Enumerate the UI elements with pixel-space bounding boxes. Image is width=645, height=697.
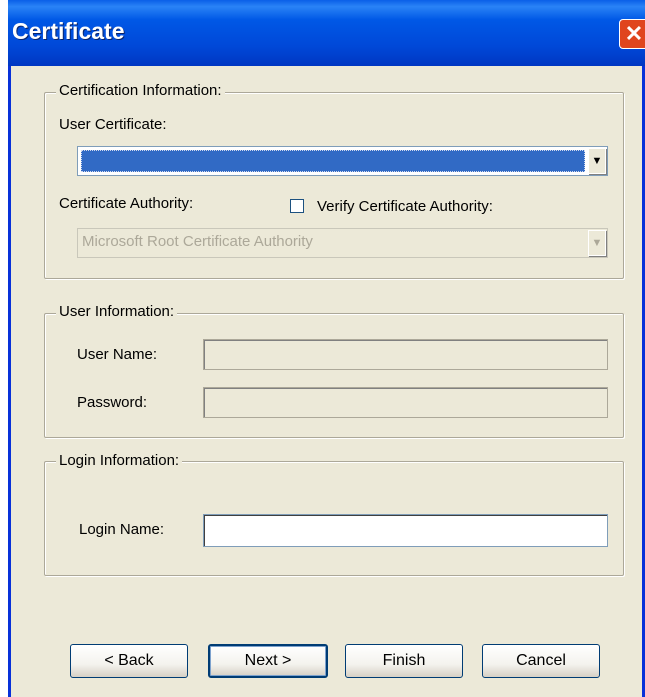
chevron-down-icon[interactable]: ▼	[588, 230, 606, 256]
username-field[interactable]	[203, 339, 608, 370]
password-label: Password:	[77, 394, 148, 411]
user-certificate-label: User Certificate:	[59, 116, 167, 133]
user-certificate-selection	[81, 150, 585, 172]
certificate-authority-value: Microsoft Root Certificate Authority	[82, 233, 313, 250]
user-certificate-dropdown[interactable]: ▼	[77, 146, 608, 176]
certification-info-legend: Certification Information:	[56, 82, 225, 99]
close-icon: ✕	[624, 21, 644, 46]
verify-authority-checkbox[interactable]	[290, 199, 304, 213]
login-name-input[interactable]	[203, 514, 608, 547]
login-name-label: Login Name:	[79, 521, 165, 538]
certificate-authority-label: Certificate Authority:	[59, 195, 194, 212]
next-button[interactable]: Next >	[208, 644, 328, 678]
user-info-legend: User Information:	[56, 303, 178, 320]
back-button[interactable]: < Back	[70, 644, 188, 678]
chevron-down-icon[interactable]: ▼	[588, 148, 606, 174]
title-bar[interactable]: Certificate	[8, 0, 645, 66]
window-title: Certificate	[12, 18, 125, 44]
certificate-authority-dropdown[interactable]: Microsoft Root Certificate Authority ▼	[77, 228, 608, 258]
password-field[interactable]	[203, 387, 608, 418]
username-label: User Name:	[77, 346, 158, 363]
user-info-group	[44, 313, 624, 438]
verify-authority-label[interactable]: Verify Certificate Authority:	[317, 198, 493, 215]
close-button[interactable]: ✕	[619, 19, 645, 49]
finish-button[interactable]: Finish	[345, 644, 463, 678]
cancel-button[interactable]: Cancel	[482, 644, 600, 678]
login-info-legend: Login Information:	[56, 452, 183, 469]
